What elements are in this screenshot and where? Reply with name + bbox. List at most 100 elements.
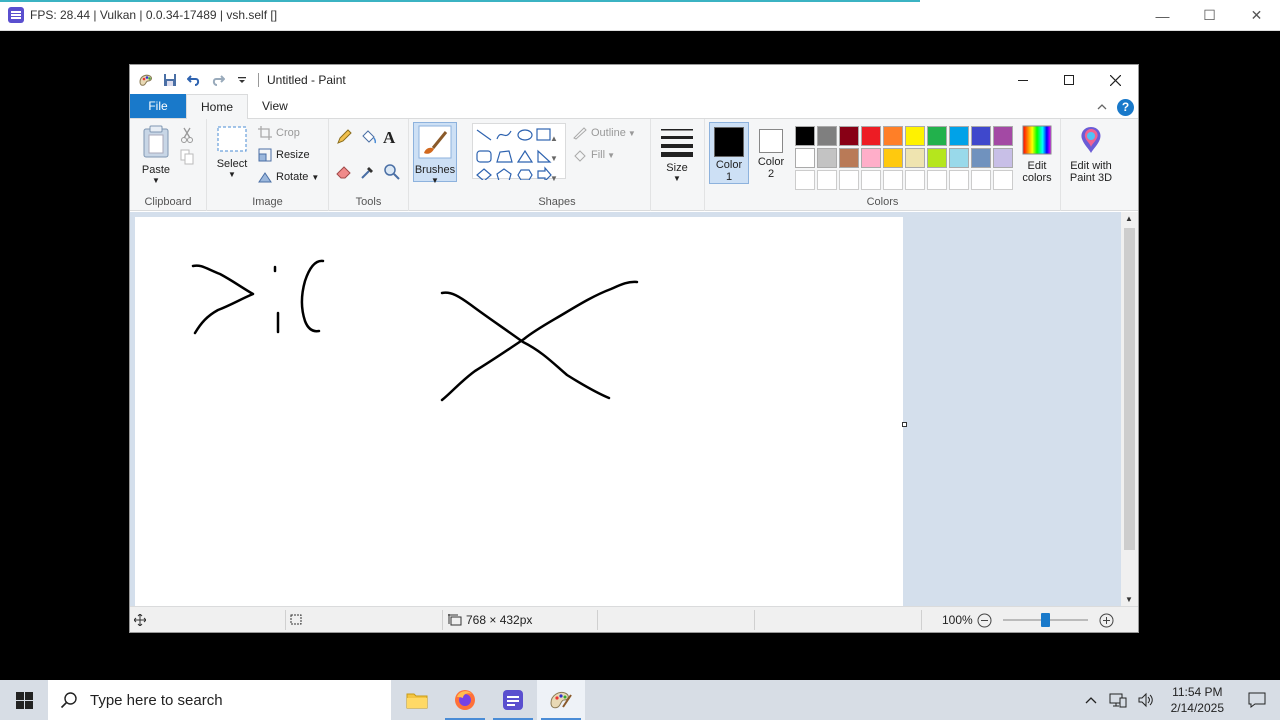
zoom-in-button[interactable] — [1099, 607, 1114, 633]
taskbar-paint[interactable] — [537, 680, 585, 720]
palette-swatch[interactable] — [817, 126, 837, 146]
custom-color-slot[interactable] — [795, 170, 815, 190]
palette-swatch[interactable] — [927, 148, 947, 168]
paint-maximize-button[interactable] — [1046, 65, 1092, 95]
palette-swatch[interactable] — [861, 126, 881, 146]
save-icon[interactable] — [162, 72, 178, 88]
size-button[interactable]: Size ▼ — [659, 127, 695, 183]
tab-file[interactable]: File — [130, 94, 186, 118]
palette-swatch[interactable] — [971, 148, 991, 168]
palette-swatch[interactable] — [795, 126, 815, 146]
palette-swatch[interactable] — [795, 148, 815, 168]
undo-icon[interactable] — [186, 72, 202, 88]
palette-swatch[interactable] — [905, 126, 925, 146]
diamond-shape-icon[interactable] — [476, 168, 492, 182]
host-close-button[interactable]: ✕ — [1233, 0, 1280, 31]
palette-swatch[interactable] — [883, 126, 903, 146]
custom-color-slot[interactable] — [927, 170, 947, 190]
fill-bucket-icon[interactable] — [359, 128, 383, 151]
notifications-icon[interactable] — [1234, 692, 1280, 708]
taskbar-emulator[interactable] — [489, 680, 537, 720]
custom-color-slot[interactable] — [905, 170, 925, 190]
brushes-button[interactable]: Brushes ▼ — [413, 122, 457, 185]
rotate-button[interactable]: Rotate ▼ — [257, 166, 319, 188]
select-button[interactable]: Select ▼ — [213, 125, 251, 179]
tab-home[interactable]: Home — [186, 94, 249, 119]
custom-color-slot[interactable] — [861, 170, 881, 190]
select-dropdown-arrow[interactable]: ▼ — [213, 170, 251, 179]
resize-button[interactable]: Resize — [257, 144, 319, 166]
paint-minimize-button[interactable] — [1000, 65, 1046, 95]
brushes-dropdown-arrow[interactable]: ▼ — [414, 176, 456, 185]
pencil-icon[interactable] — [335, 128, 359, 151]
polygon-shape-icon[interactable] — [496, 150, 513, 163]
paste-dropdown-arrow[interactable]: ▼ — [138, 176, 174, 185]
scroll-up-arrow[interactable]: ▲ — [1125, 214, 1133, 223]
line-shape-icon[interactable] — [476, 129, 492, 141]
triangle-shape-icon[interactable] — [516, 149, 534, 163]
palette-swatch[interactable] — [949, 148, 969, 168]
palette-swatch[interactable] — [993, 148, 1013, 168]
fill-button[interactable]: Fill ▼ — [572, 144, 636, 166]
outline-button[interactable]: Outline ▼ — [572, 122, 636, 144]
taskbar-clock[interactable]: 11:54 PM 2/14/2025 — [1161, 684, 1234, 716]
color1-button[interactable]: Color 1 — [709, 122, 749, 184]
rotate-dropdown-arrow[interactable]: ▼ — [311, 173, 319, 182]
vertical-scrollbar[interactable]: ▲ ▼ — [1121, 212, 1138, 606]
network-icon[interactable] — [1109, 692, 1127, 708]
outline-dropdown-arrow[interactable]: ▼ — [628, 129, 636, 138]
drawing-canvas[interactable] — [135, 217, 903, 606]
custom-color-slot[interactable] — [949, 170, 969, 190]
size-dropdown-arrow[interactable]: ▼ — [659, 174, 695, 183]
edit-colors-button[interactable]: Edit colors — [1015, 125, 1059, 184]
oval-shape-icon[interactable] — [517, 129, 533, 141]
color2-button[interactable]: Color 2 — [751, 122, 791, 184]
redo-icon[interactable] — [210, 72, 226, 88]
start-button[interactable] — [0, 680, 48, 720]
palette-swatch[interactable] — [927, 126, 947, 146]
edit-with-paint3d-button[interactable]: Edit with Paint 3D — [1063, 125, 1119, 184]
text-tool-icon[interactable]: A — [383, 128, 407, 151]
tab-view[interactable]: View — [248, 94, 302, 118]
palette-swatch[interactable] — [905, 148, 925, 168]
taskbar-firefox[interactable] — [441, 680, 489, 720]
custom-color-slot[interactable] — [971, 170, 991, 190]
palette-swatch[interactable] — [817, 148, 837, 168]
crop-button[interactable]: Crop — [257, 122, 319, 144]
rounded-rectangle-shape-icon[interactable] — [476, 150, 492, 163]
host-maximize-button[interactable]: ☐ — [1186, 0, 1233, 31]
custom-color-slot[interactable] — [817, 170, 837, 190]
right-triangle-shape-icon[interactable] — [537, 149, 552, 163]
help-icon[interactable]: ? — [1117, 98, 1134, 116]
zoom-out-button[interactable] — [977, 607, 992, 633]
color-picker-icon[interactable] — [359, 163, 383, 186]
scroll-down-arrow[interactable]: ▼ — [1125, 595, 1133, 604]
palette-swatch[interactable] — [971, 126, 991, 146]
cut-icon[interactable] — [180, 127, 194, 148]
magnifier-icon[interactable] — [383, 163, 407, 186]
fill-dropdown-arrow[interactable]: ▼ — [607, 151, 615, 160]
paint-close-button[interactable] — [1092, 65, 1138, 95]
palette-swatch[interactable] — [839, 148, 859, 168]
canvas-resize-handle[interactable] — [902, 422, 907, 427]
taskbar-file-explorer[interactable] — [393, 680, 441, 720]
copy-icon[interactable] — [180, 149, 194, 170]
volume-icon[interactable] — [1137, 692, 1155, 708]
palette-swatch[interactable] — [839, 126, 859, 146]
palette-swatch[interactable] — [883, 148, 903, 168]
zoom-slider-thumb[interactable] — [1041, 613, 1050, 627]
palette-swatch[interactable] — [949, 126, 969, 146]
zoom-slider[interactable] — [1003, 607, 1088, 633]
host-minimize-button[interactable]: — — [1139, 0, 1186, 31]
taskbar-search-box[interactable]: Type here to search — [48, 680, 391, 720]
palette-swatch[interactable] — [993, 126, 1013, 146]
custom-color-slot[interactable] — [839, 170, 859, 190]
hexagon-shape-icon[interactable] — [517, 169, 533, 181]
minimize-ribbon-icon[interactable] — [1097, 98, 1107, 116]
custom-color-slot[interactable] — [883, 170, 903, 190]
palette-swatch[interactable] — [861, 148, 881, 168]
custom-color-slot[interactable] — [993, 170, 1013, 190]
pentagon-shape-icon[interactable] — [496, 168, 512, 182]
paste-button[interactable]: Paste ▼ — [138, 125, 174, 185]
rectangle-shape-icon[interactable] — [536, 128, 551, 141]
